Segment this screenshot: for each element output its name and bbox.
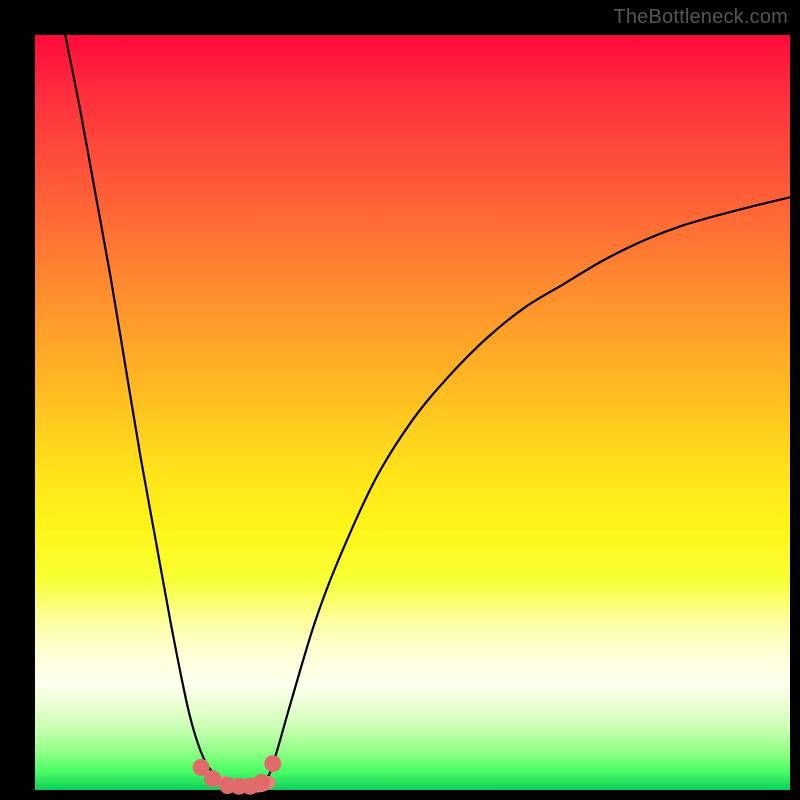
right-marker-1 [253, 774, 270, 791]
left-marker-2 [204, 770, 221, 787]
plot-area [35, 35, 790, 790]
right-marker-2 [264, 755, 281, 772]
curve-right-branch [262, 197, 791, 784]
chart-frame: TheBottleneck.com [0, 0, 800, 800]
watermark-text: TheBottleneck.com [613, 6, 788, 29]
curve-layer [65, 35, 790, 784]
chart-svg [35, 35, 790, 790]
curve-left-branch [65, 35, 231, 784]
